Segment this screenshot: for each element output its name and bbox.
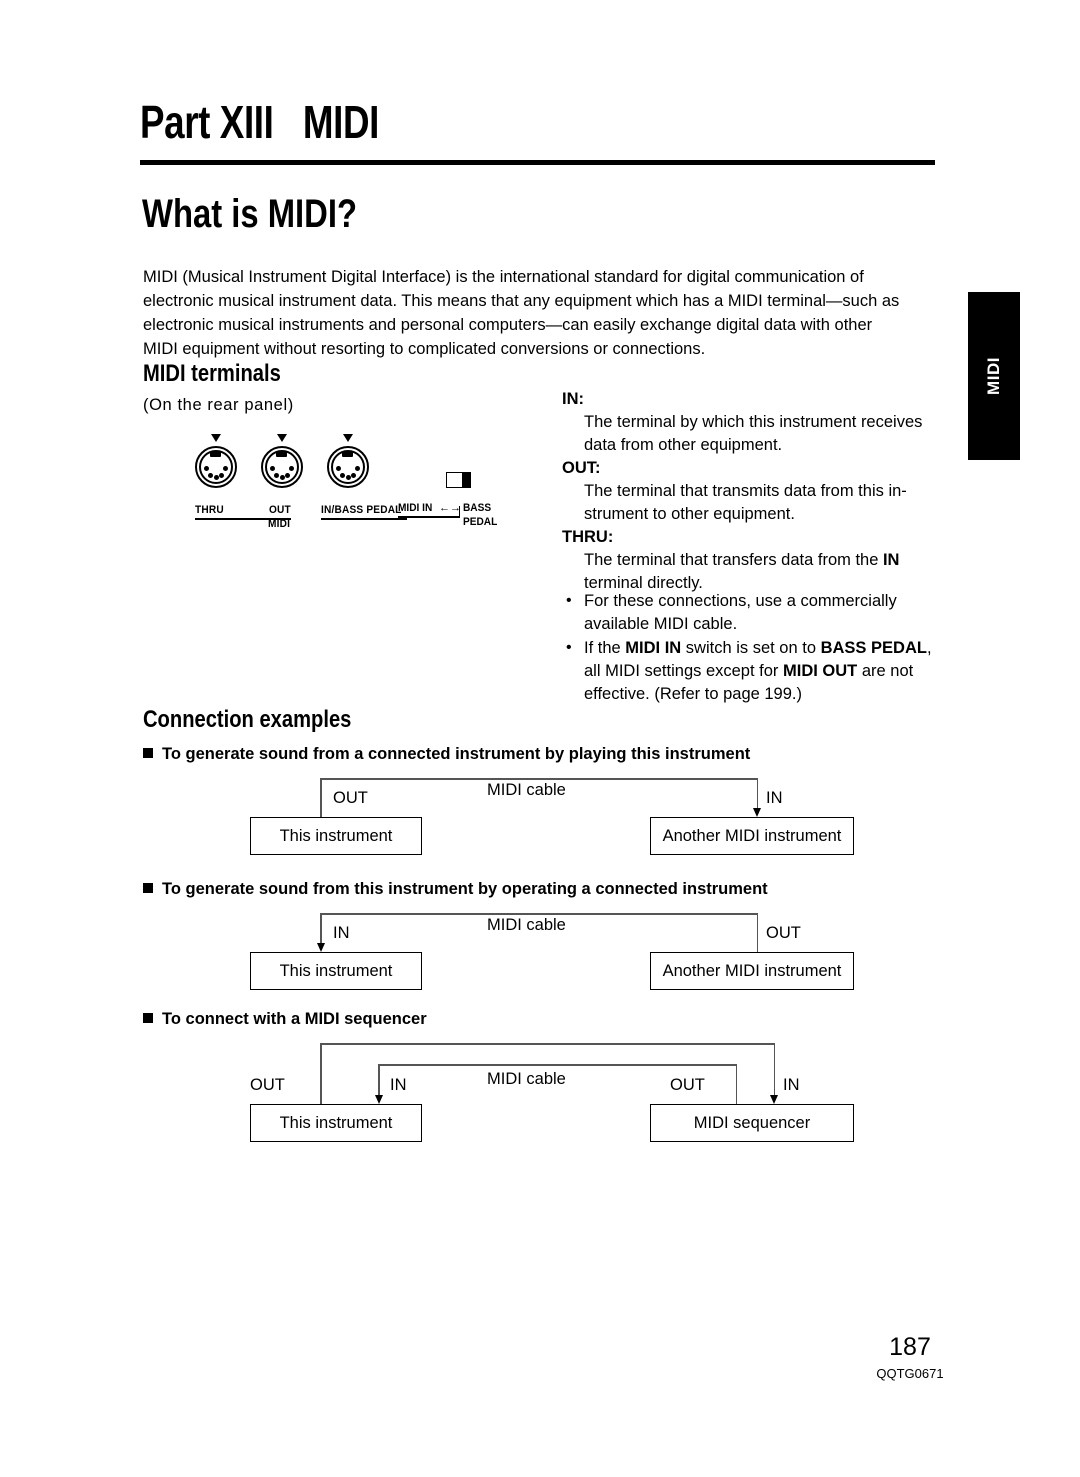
rear-panel-connector-diagram: THRU OUT IN/BASS PEDAL MIDI MIDI IN ←→ B…: [195, 432, 515, 532]
terminal-notes: • For these connections, use a commercia…: [562, 590, 938, 707]
connector-label-in-bass-pedal: IN/BASS PEDAL: [321, 504, 402, 516]
note-line: all MIDI settings except for MIDI OUT ar…: [584, 662, 914, 680]
intro-paragraph: MIDI (Musical Instrument Digital Interfa…: [143, 265, 938, 361]
din-connector-out-icon: [261, 434, 307, 492]
port-label-left: OUT: [333, 789, 368, 807]
terminal-name-in: IN:: [562, 390, 584, 408]
intro-line: MIDI equipment without resorting to comp…: [143, 340, 706, 358]
terminal-name-thru: THRU:: [562, 528, 614, 546]
page-number-wrap: 187: [820, 1333, 1000, 1362]
box-midi-sequencer: MIDI sequencer: [650, 1104, 854, 1142]
port-label-left-out: OUT: [250, 1076, 285, 1094]
port-label-right: IN: [766, 789, 783, 807]
box-this-instrument: This instrument: [250, 952, 422, 990]
switch-rule: [398, 516, 460, 518]
connector-group-label-midi: MIDI: [268, 518, 291, 530]
arrowhead-icon-left-in: [374, 1095, 383, 1104]
triangle-marker-icon: [210, 434, 221, 442]
terminal-definitions: IN: The terminal by which this instrumen…: [562, 388, 938, 595]
intro-line: MIDI (Musical Instrument Digital Interfa…: [143, 268, 864, 286]
connection-diagram-3: OUT IN OUT IN MIDI cable This instrument…: [0, 1040, 1080, 1142]
cable-upper-right-vertical: [773, 1043, 775, 1097]
switch-label-midi-in: MIDI IN: [398, 502, 433, 514]
rear-panel-note: (On the rear panel): [143, 396, 294, 414]
cable-left-vertical: [320, 778, 322, 818]
cable-label: MIDI cable: [487, 781, 566, 799]
cable-left-vertical: [320, 913, 322, 945]
port-label-right: OUT: [766, 924, 801, 942]
arrowhead-icon: [316, 943, 325, 952]
port-label-right-in: IN: [783, 1076, 800, 1094]
terminal-definition: IN: The terminal by which this instrumen…: [562, 388, 938, 457]
terminal-name-out: OUT:: [562, 459, 601, 477]
example-heading-2: To generate sound from this instrument b…: [143, 880, 768, 899]
cable-upper-horizontal: [320, 1043, 775, 1045]
cable-right-vertical: [756, 778, 758, 810]
cable-lower-left-vertical: [378, 1064, 380, 1097]
cable-lower-horizontal: [378, 1064, 737, 1066]
square-bullet-icon: [143, 748, 153, 758]
bullet-icon: •: [566, 592, 572, 609]
terminal-definition: THRU: The terminal that transfers data f…: [562, 526, 938, 595]
page-title: What is MIDI?: [142, 192, 358, 236]
cable-horizontal: [320, 778, 758, 780]
switch-label-bass: BASS: [463, 502, 492, 514]
note-line: If the MIDI IN switch is set on to BASS …: [584, 639, 932, 657]
midi-in-bass-pedal-switch[interactable]: [446, 472, 471, 488]
intro-line: electronic musical instruments and perso…: [143, 316, 873, 334]
box-this-instrument: This instrument: [250, 1104, 422, 1142]
connector-label-thru: THRU: [195, 504, 224, 516]
din-connector-thru-icon: [195, 434, 241, 492]
section-heading-connection-examples: Connection examples: [143, 706, 352, 733]
example-heading-1: To generate sound from a connected instr…: [143, 745, 750, 764]
switch-rule-tick: [458, 506, 460, 517]
bullet-icon: •: [566, 639, 572, 656]
intro-line: electronic musical instrument data. This…: [143, 292, 900, 310]
cable-upper-left-vertical: [320, 1043, 322, 1105]
terminal-desc-thru: The terminal that transfers data from th…: [562, 549, 938, 595]
side-tab-midi: MIDI: [968, 292, 1020, 460]
din-connector-in-bass-pedal-icon: [327, 434, 373, 492]
doc-code-wrap: QQTG0671: [820, 1366, 1000, 1381]
terminal-definition: OUT: The terminal that transmits data fr…: [562, 457, 938, 526]
page-number: 187: [889, 1333, 931, 1361]
switch-knob-icon: [462, 473, 470, 487]
triangle-marker-icon: [342, 434, 353, 442]
port-label-right-out: OUT: [670, 1076, 705, 1094]
example-heading-3: To connect with a MIDI sequencer: [143, 1010, 427, 1029]
triangle-marker-icon: [276, 434, 287, 442]
side-tab-label: MIDI: [984, 357, 1003, 395]
part-title-rule: [140, 160, 935, 165]
arrowhead-icon-right-in: [770, 1095, 778, 1104]
cable-lower-right-vertical: [735, 1064, 737, 1105]
arrowhead-icon: [753, 808, 761, 817]
note-item: • If the MIDI IN switch is set on to BAS…: [562, 637, 938, 706]
square-bullet-icon: [143, 1013, 153, 1023]
connector-label-out: OUT: [269, 504, 291, 516]
document-code: QQTG0671: [876, 1366, 944, 1381]
cable-horizontal: [320, 913, 758, 915]
section-heading-midi-terminals: MIDI terminals: [143, 360, 281, 387]
port-label-left: IN: [333, 924, 350, 942]
cable-label: MIDI cable: [487, 916, 566, 934]
terminal-desc-out: The terminal that transmits data from th…: [584, 482, 907, 523]
box-another-midi-instrument: Another MIDI instrument: [650, 817, 854, 855]
port-label-left-in: IN: [390, 1076, 407, 1094]
cable-right-vertical: [756, 913, 758, 953]
square-bullet-icon: [143, 883, 153, 893]
terminal-desc-thru-line1: The terminal that transfers data from th…: [584, 551, 900, 569]
connection-diagram-1: OUT IN MIDI cable This instrument Anothe…: [0, 775, 1080, 855]
terminal-desc-in: The terminal by which this instrument re…: [584, 413, 923, 454]
note-line: effective. (Refer to page 199.): [584, 685, 802, 703]
group-rule-right: [321, 518, 407, 520]
box-this-instrument: This instrument: [250, 817, 422, 855]
cable-label: MIDI cable: [487, 1070, 566, 1088]
switch-label-pedal: PEDAL: [463, 516, 498, 528]
part-title: Part XIII MIDI: [140, 96, 379, 148]
connection-diagram-2: IN OUT MIDI cable This instrument Anothe…: [0, 910, 1080, 990]
note-item: • For these connections, use a commercia…: [562, 590, 938, 636]
box-another-midi-instrument: Another MIDI instrument: [650, 952, 854, 990]
